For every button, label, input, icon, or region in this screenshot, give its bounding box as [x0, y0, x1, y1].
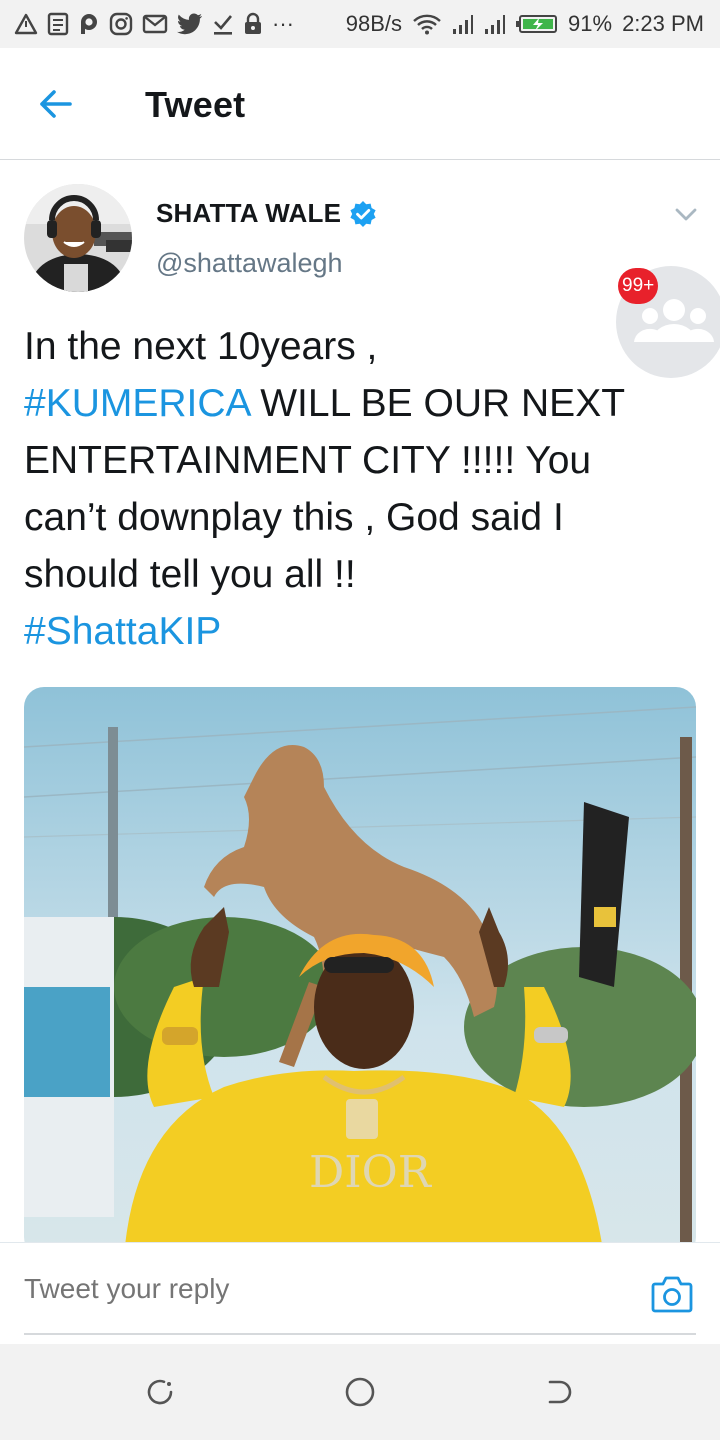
alert-icon [14, 13, 38, 35]
notification-icons: ··· [14, 11, 294, 37]
lock-icon [245, 12, 261, 34]
battery-percent: 91% [568, 11, 613, 36]
page-title: Tweet [145, 84, 246, 125]
hashtag-kumerica[interactable]: #KUMERICA [24, 382, 249, 425]
svg-text:DIOR: DIOR [309, 1147, 433, 1198]
p-icon [81, 14, 97, 34]
back-icon [548, 1380, 572, 1404]
system-back-button[interactable] [542, 1374, 578, 1410]
back-arrow-icon [40, 90, 72, 118]
signal-icon-2 [485, 15, 506, 34]
author-name: SHATTA WALE [156, 198, 342, 228]
hashtag-shattakip[interactable]: #ShattaKIP [24, 610, 221, 653]
twitter-icon [177, 13, 202, 35]
verified-badge-icon [350, 200, 376, 227]
chevron-down-icon [675, 208, 697, 221]
download-icon [214, 15, 232, 35]
reply-input[interactable] [24, 1273, 624, 1305]
wifi-icon [413, 14, 441, 35]
home-button[interactable] [342, 1374, 378, 1410]
tweet-text: In the next 10years , #KUMERICA WILL BE … [24, 318, 684, 660]
recents-button[interactable] [142, 1374, 178, 1410]
reply-bar [0, 1242, 720, 1344]
network-speed: 98B/s [345, 11, 403, 36]
status-bar: ··· 98B/s 91% 2:23 PM [0, 0, 720, 48]
clock: 2:23 PM [622, 11, 704, 36]
tweet-text-segment: In the next 10years , [24, 325, 378, 368]
tweet-menu-button[interactable] [672, 200, 700, 228]
recents-icon [147, 1379, 173, 1405]
photo-illustration: DIOR [24, 687, 696, 1257]
back-button[interactable] [30, 84, 80, 124]
battery-icon [516, 15, 558, 33]
author-name-row[interactable]: SHATTA WALE [156, 198, 377, 229]
author-handle[interactable]: @shattawalegh [156, 248, 343, 279]
document-icon [47, 12, 69, 36]
tweet-media-image[interactable]: DIOR [24, 687, 696, 1257]
system-nav-bar [0, 1344, 720, 1440]
camera-icon [651, 1276, 693, 1313]
notification-count-badge[interactable]: 99+ [618, 268, 659, 304]
reply-underline [24, 1333, 696, 1335]
home-icon [345, 1377, 375, 1407]
avatar-image [24, 184, 132, 292]
instagram-icon [109, 12, 133, 36]
header: Tweet [0, 48, 720, 160]
signal-icon-1 [453, 15, 474, 34]
camera-button[interactable] [651, 1274, 693, 1314]
more-notifications-indicator: ··· [272, 11, 294, 36]
status-right: 98B/s 91% 2:23 PM [346, 11, 704, 37]
mail-icon [142, 14, 168, 34]
avatar[interactable] [24, 184, 132, 292]
